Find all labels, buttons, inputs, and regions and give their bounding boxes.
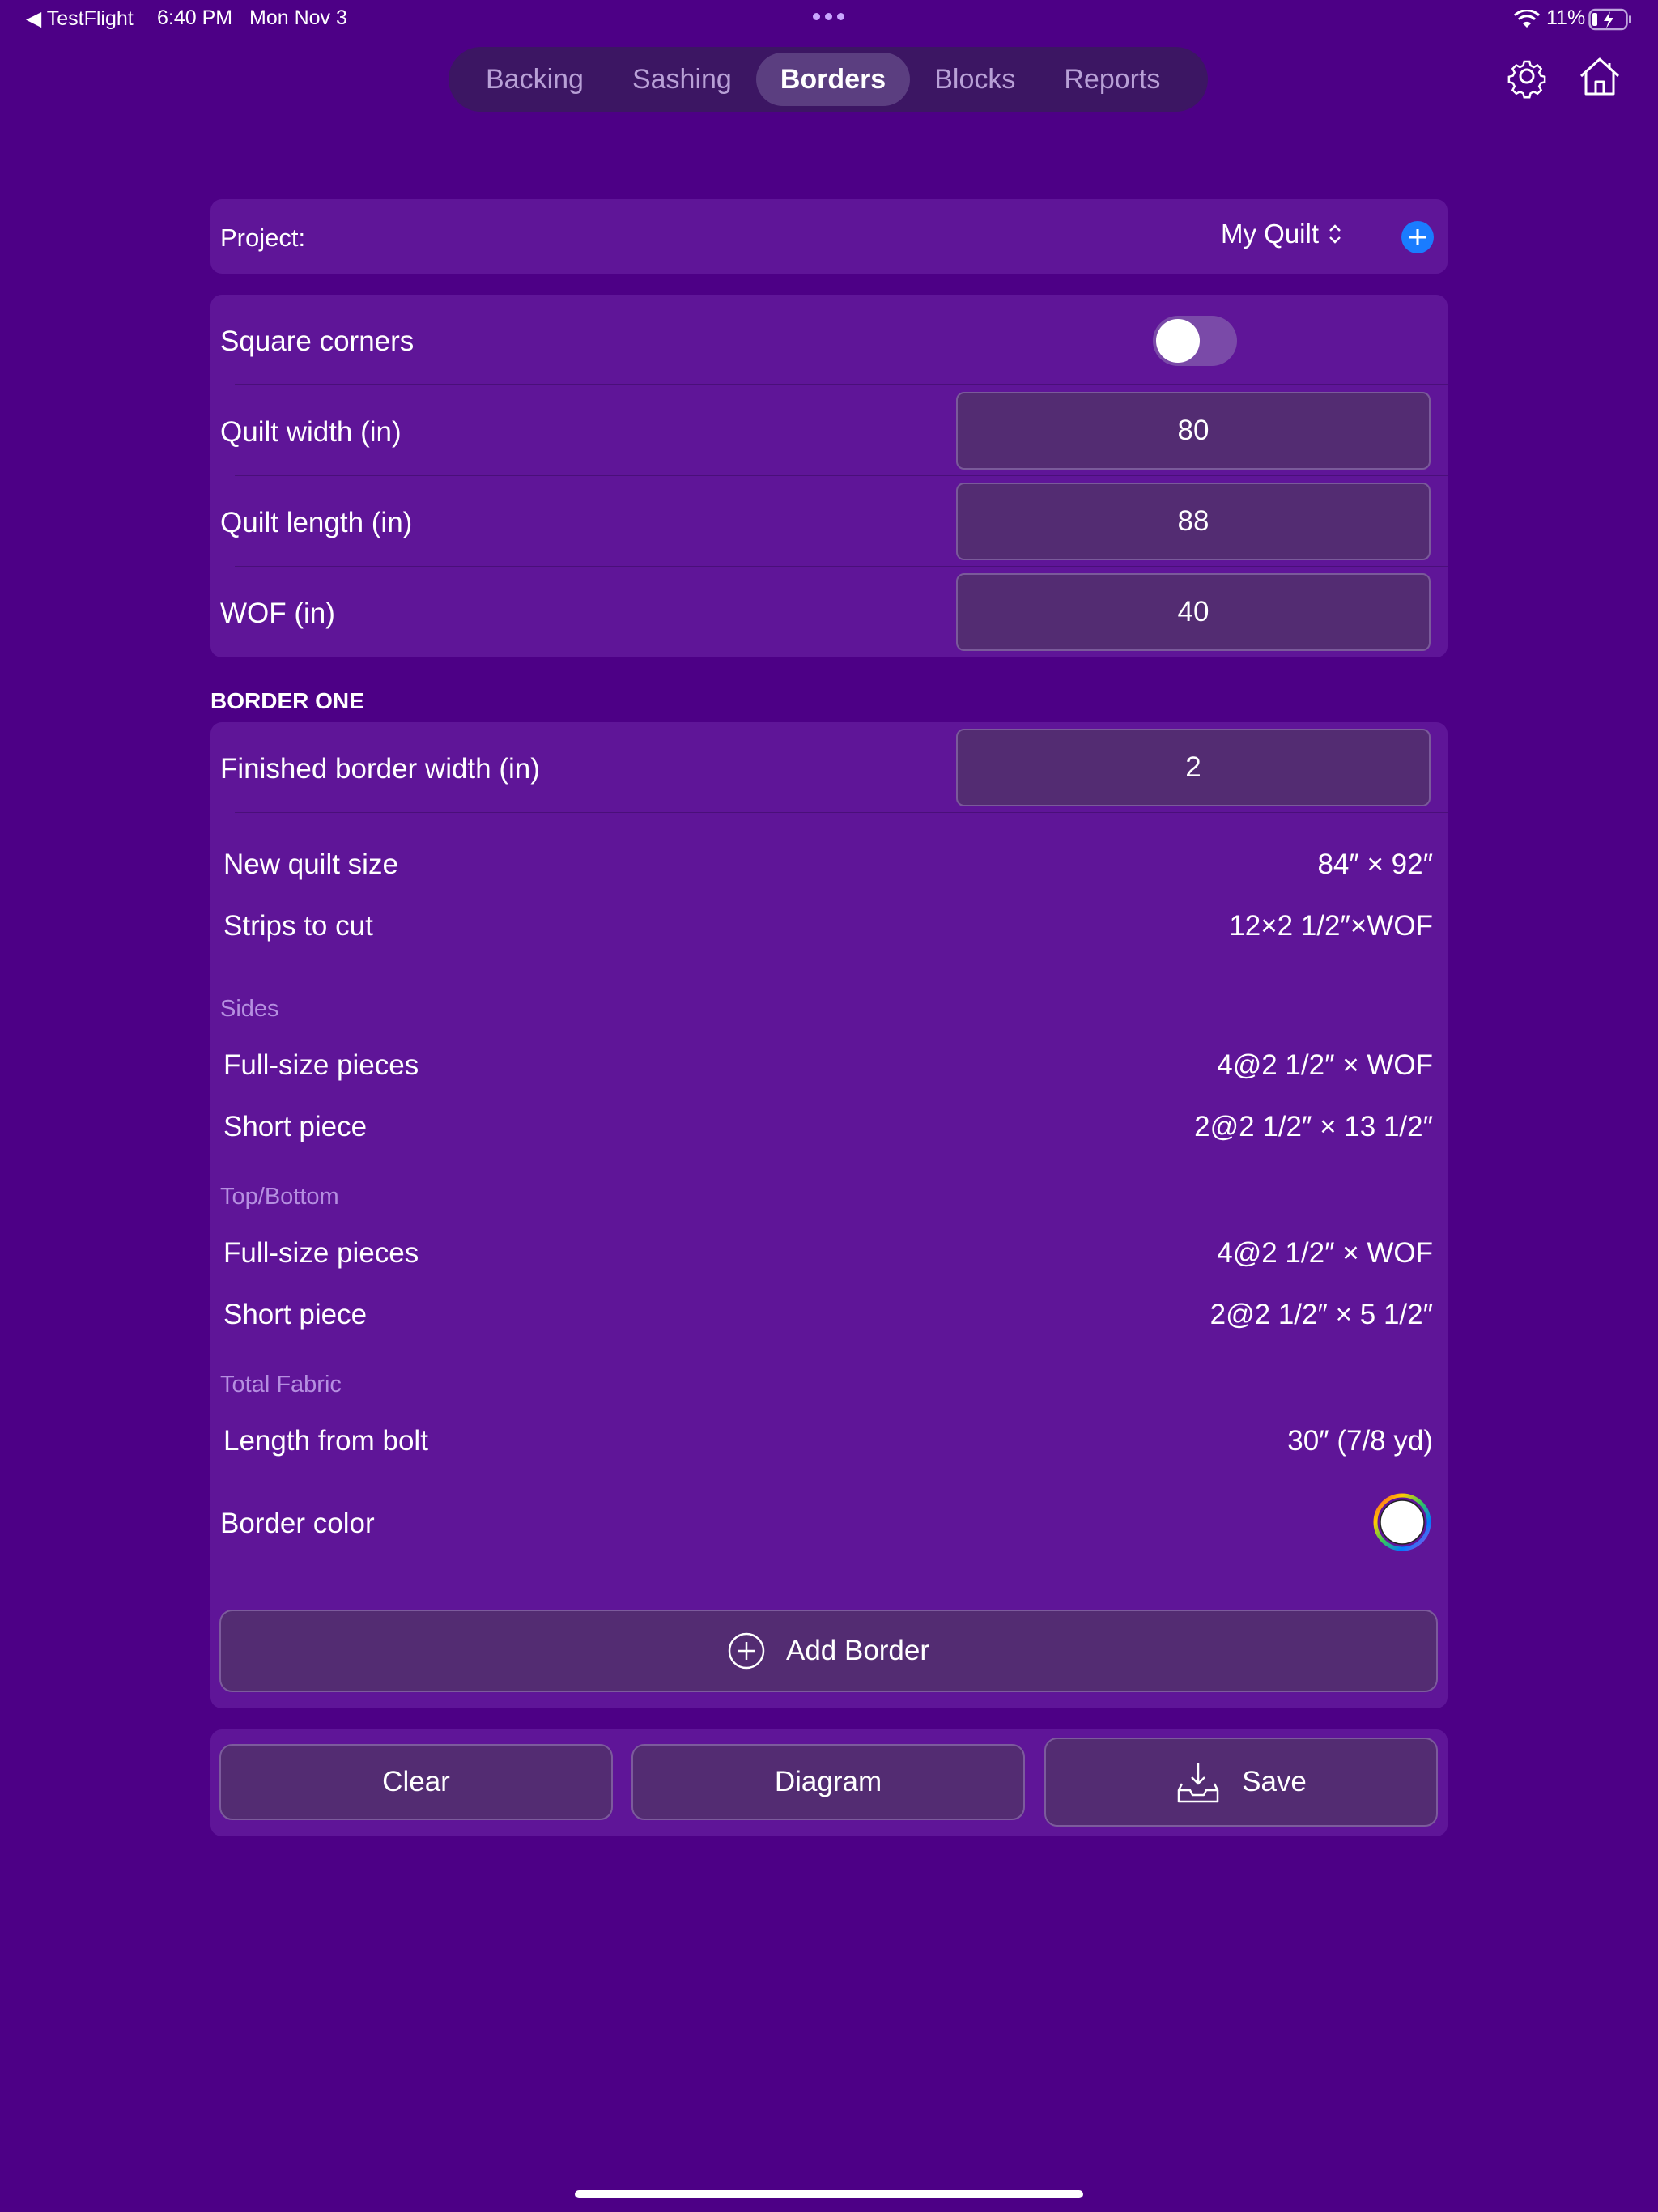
- topbottom-header: Top/Bottom: [220, 1184, 339, 1210]
- home-icon[interactable]: [1577, 53, 1622, 99]
- battery-charging-icon: [1588, 8, 1631, 31]
- project-label: Project:: [220, 223, 306, 252]
- length-from-bolt-label: Length from bolt: [223, 1425, 428, 1457]
- home-indicator[interactable]: [575, 2190, 1083, 2198]
- tray-download-icon: [1177, 1763, 1219, 1803]
- back-to-testflight[interactable]: ◀ TestFlight: [26, 6, 134, 31]
- status-date: Mon Nov 3: [249, 6, 347, 29]
- sides-short-label: Short piece: [223, 1111, 368, 1142]
- strips-value: 12×2 1/2″×WOF: [1229, 910, 1433, 942]
- new-size-value: 84″ × 92″: [1317, 849, 1433, 880]
- quilt-length-label: Quilt length (in): [220, 507, 413, 538]
- border-color-well[interactable]: [1373, 1493, 1431, 1551]
- strips-label: Strips to cut: [223, 910, 373, 942]
- toggle-knob: [1156, 319, 1200, 363]
- tab-sashing[interactable]: Sashing: [608, 53, 756, 106]
- multitasking-dots[interactable]: [813, 8, 845, 24]
- finished-width-input[interactable]: 2: [956, 729, 1431, 806]
- length-from-bolt-value: 30″ (7/8 yd): [1287, 1425, 1433, 1457]
- chevron-up-down-icon: [1329, 224, 1341, 244]
- quilt-width-label: Quilt width (in): [220, 416, 402, 448]
- diagram-button[interactable]: Diagram: [631, 1744, 1025, 1820]
- sides-full-value: 4@2 1/2″ × WOF: [1217, 1049, 1433, 1081]
- tb-short-value: 2@2 1/2″ × 5 1/2″: [1209, 1299, 1433, 1330]
- plus-circle-icon: [728, 1632, 765, 1670]
- divider: [235, 475, 1448, 476]
- wof-input[interactable]: 40: [956, 573, 1431, 651]
- total-fabric-header: Total Fabric: [220, 1372, 342, 1397]
- divider: [235, 812, 1448, 813]
- gear-icon[interactable]: [1504, 53, 1550, 99]
- wifi-icon: [1514, 10, 1540, 28]
- sides-full-label: Full-size pieces: [223, 1049, 419, 1081]
- new-size-label: New quilt size: [223, 849, 398, 880]
- project-name: My Quilt: [1221, 219, 1320, 249]
- square-corners-label: Square corners: [220, 325, 414, 357]
- diagram-label: Diagram: [774, 1766, 882, 1797]
- border-color-label: Border color: [220, 1508, 375, 1539]
- divider: [235, 566, 1448, 567]
- quilt-length-input[interactable]: 88: [956, 483, 1431, 560]
- quilt-width-input[interactable]: 80: [956, 392, 1431, 470]
- project-picker[interactable]: My Quilt: [1221, 219, 1343, 249]
- save-label: Save: [1242, 1766, 1307, 1797]
- tab-borders[interactable]: Borders: [755, 53, 911, 106]
- status-time: 6:40 PM: [157, 6, 233, 29]
- add-border-label: Add Border: [785, 1635, 930, 1666]
- add-project-icon[interactable]: [1401, 220, 1435, 254]
- tab-reports[interactable]: Reports: [1039, 53, 1184, 106]
- wof-label: WOF (in): [220, 598, 335, 629]
- border-one-header: BORDER ONE: [210, 688, 364, 713]
- clear-label: Clear: [382, 1766, 450, 1797]
- tb-full-label: Full-size pieces: [223, 1237, 419, 1269]
- sides-header: Sides: [220, 996, 279, 1022]
- tb-full-value: 4@2 1/2″ × WOF: [1217, 1237, 1433, 1269]
- sides-short-value: 2@2 1/2″ × 13 1/2″: [1194, 1111, 1433, 1142]
- square-corners-toggle[interactable]: [1153, 316, 1237, 366]
- add-border-button[interactable]: Add Border: [219, 1610, 1438, 1692]
- clear-button[interactable]: Clear: [219, 1744, 613, 1820]
- section-tabs: Backing Sashing Borders Blocks Reports: [449, 47, 1208, 112]
- divider: [235, 384, 1448, 385]
- tab-blocks[interactable]: Blocks: [910, 53, 1039, 106]
- tb-short-label: Short piece: [223, 1299, 368, 1330]
- tab-backing[interactable]: Backing: [461, 53, 608, 106]
- save-button[interactable]: Save: [1044, 1738, 1438, 1827]
- battery-percent: 11%: [1546, 6, 1586, 29]
- finished-width-label: Finished border width (in): [220, 753, 540, 785]
